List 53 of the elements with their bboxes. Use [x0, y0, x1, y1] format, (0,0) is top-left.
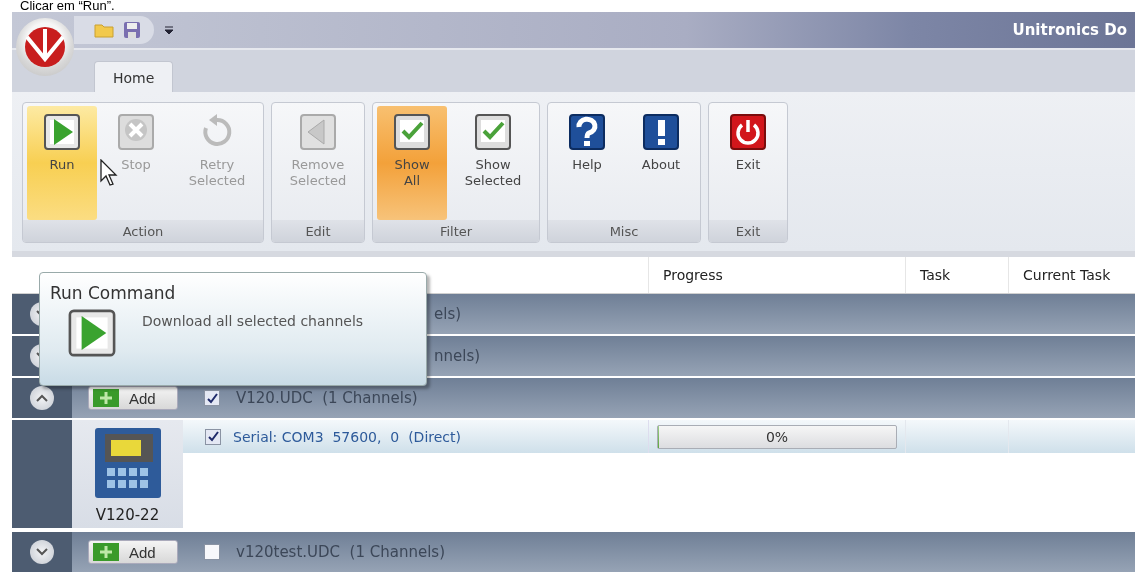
logo-icon: [23, 25, 67, 69]
window-title: Unitronics Do: [1012, 21, 1127, 39]
expand-button[interactable]: [30, 386, 54, 410]
plus-icon: [93, 389, 119, 407]
column-header[interactable]: Task: [905, 257, 1008, 293]
add-button[interactable]: Add: [88, 386, 178, 410]
expand-button[interactable]: [30, 540, 54, 564]
ribbon-button[interactable]: Show Selected: [451, 106, 535, 220]
group-label: Exit: [709, 220, 787, 242]
ribbon-button[interactable]: Exit: [713, 106, 783, 220]
tooltip-title: Run Command: [50, 283, 177, 303]
info-icon: [641, 112, 681, 152]
ribbon-button[interactable]: Show All: [377, 106, 447, 220]
ribbon-button[interactable]: Run: [27, 106, 97, 220]
play-icon: [42, 112, 82, 152]
tooltip-text: Download all selected channels: [142, 313, 364, 329]
device-name: V120-22: [95, 506, 160, 524]
checkmark-icon: [206, 392, 218, 404]
plus-icon: [93, 543, 119, 561]
column-header[interactable]: Progress: [648, 257, 905, 293]
column-header[interactable]: Current Task: [1008, 257, 1135, 293]
group-label: Edit: [272, 220, 364, 242]
group-label: Action: [23, 220, 263, 242]
pointer-icon: [100, 159, 120, 187]
customize-icon[interactable]: [164, 25, 174, 35]
controller-device-icon: [92, 426, 163, 500]
group-label: Misc: [548, 220, 700, 242]
checkbox[interactable]: [204, 390, 220, 406]
save-icon[interactable]: [124, 22, 140, 38]
ribbon-button[interactable]: About: [626, 106, 696, 220]
power-icon: [728, 112, 768, 152]
group-label: els): [434, 305, 462, 323]
ribbon-button[interactable]: Help: [552, 106, 622, 220]
chevron-up-icon: [36, 394, 48, 402]
ribbon-tab[interactable]: Home: [94, 61, 174, 92]
group-label: v120test.UDC (1 Channels): [236, 543, 446, 561]
play-icon: [66, 307, 118, 359]
checkbox[interactable]: [204, 544, 220, 560]
add-button[interactable]: Add: [88, 540, 178, 564]
channel-name: Serial: COM3 57600, 0 (Direct): [233, 428, 461, 445]
remove-icon: [298, 112, 338, 152]
checkbox-icon: [392, 112, 432, 152]
caption-text: Clicar em “Run”.: [19, 0, 116, 12]
help-icon: [567, 112, 607, 152]
group-label: Filter: [373, 220, 539, 242]
channel-row[interactable]: Serial: COM3 57600, 0 (Direct) 0%: [183, 420, 1135, 453]
group-label: V120.UDC (1 Channels): [236, 389, 418, 407]
progress-text: 0%: [765, 428, 789, 445]
group-label: nnels): [434, 347, 481, 365]
checkbox-icon: [473, 112, 513, 152]
checkmark-icon: [207, 431, 219, 442]
checkbox[interactable]: [205, 428, 221, 445]
stop-icon: [116, 112, 156, 152]
